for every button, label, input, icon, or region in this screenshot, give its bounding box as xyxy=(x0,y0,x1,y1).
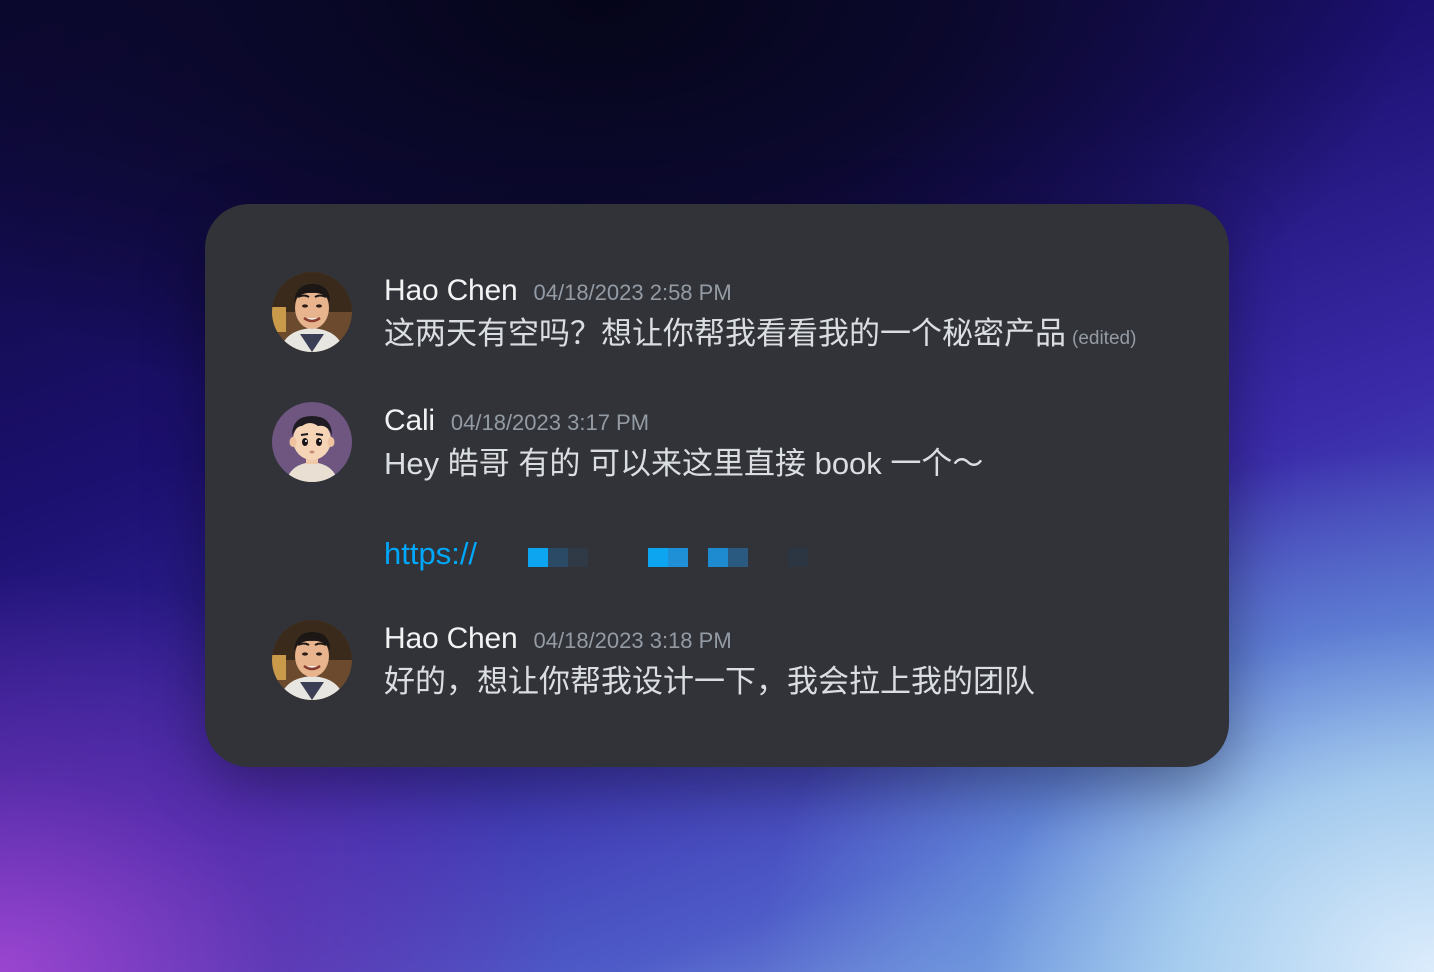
author-name[interactable]: Hao Chen xyxy=(384,274,518,308)
avatar[interactable] xyxy=(272,272,352,352)
message-content: Cali 04/18/2023 3:17 PM Hey 皓哥 有的 可以来这里直… xyxy=(384,402,983,483)
timestamp: 04/18/2023 3:17 PM xyxy=(450,410,650,435)
man-avatar-icon xyxy=(272,272,352,352)
edited-label: (edited) xyxy=(1072,328,1137,349)
redacted-pixel xyxy=(788,548,808,567)
message-header: Cali 04/18/2023 3:17 PM xyxy=(384,402,983,440)
redacted-pixel xyxy=(548,548,568,567)
message-body: 这两天有空吗？想让你帮我看看我的一个秘密产品 xyxy=(384,316,1066,351)
message-text: Hey 皓哥 有的 可以来这里直接 book 一个～ xyxy=(384,446,984,481)
message-header: Hao Chen 04/18/2023 2:58 PM xyxy=(384,272,1136,310)
avatar[interactable] xyxy=(272,402,352,482)
message-text: 这两天有空吗？想让你帮我看看我的一个秘密产品 (edited) xyxy=(384,315,1136,358)
author-name[interactable]: Cali xyxy=(384,404,435,438)
message-link[interactable]: https:// xyxy=(384,534,477,574)
redacted-pixel xyxy=(708,548,728,567)
timestamp: 04/18/2023 2:58 PM xyxy=(533,280,732,305)
redacted-pixel xyxy=(668,548,688,567)
redacted-pixel xyxy=(648,548,668,567)
message-content: Hao Chen 04/18/2023 2:58 PM 这两天有空吗？想让你帮我… xyxy=(384,272,1136,358)
redacted-pixel xyxy=(568,548,588,567)
message-text: 好的，想让你帮我设计一下，我会拉上我的团队 xyxy=(384,664,1035,699)
author-name[interactable]: Hao Chen xyxy=(384,622,518,656)
cartoon-boy-avatar-icon xyxy=(272,402,352,482)
redacted-pixel xyxy=(528,548,548,567)
avatar[interactable] xyxy=(272,620,352,700)
timestamp: 04/18/2023 3:18 PM xyxy=(533,628,732,653)
chat-card: Hao Chen 04/18/2023 2:58 PM 这两天有空吗？想让你帮我… xyxy=(205,204,1229,767)
message-header: Hao Chen 04/18/2023 3:18 PM xyxy=(384,620,1035,658)
message-content: Hao Chen 04/18/2023 3:18 PM 好的，想让你帮我设计一下… xyxy=(384,620,1035,701)
redacted-pixel xyxy=(728,548,748,567)
man-avatar-icon xyxy=(272,620,352,700)
